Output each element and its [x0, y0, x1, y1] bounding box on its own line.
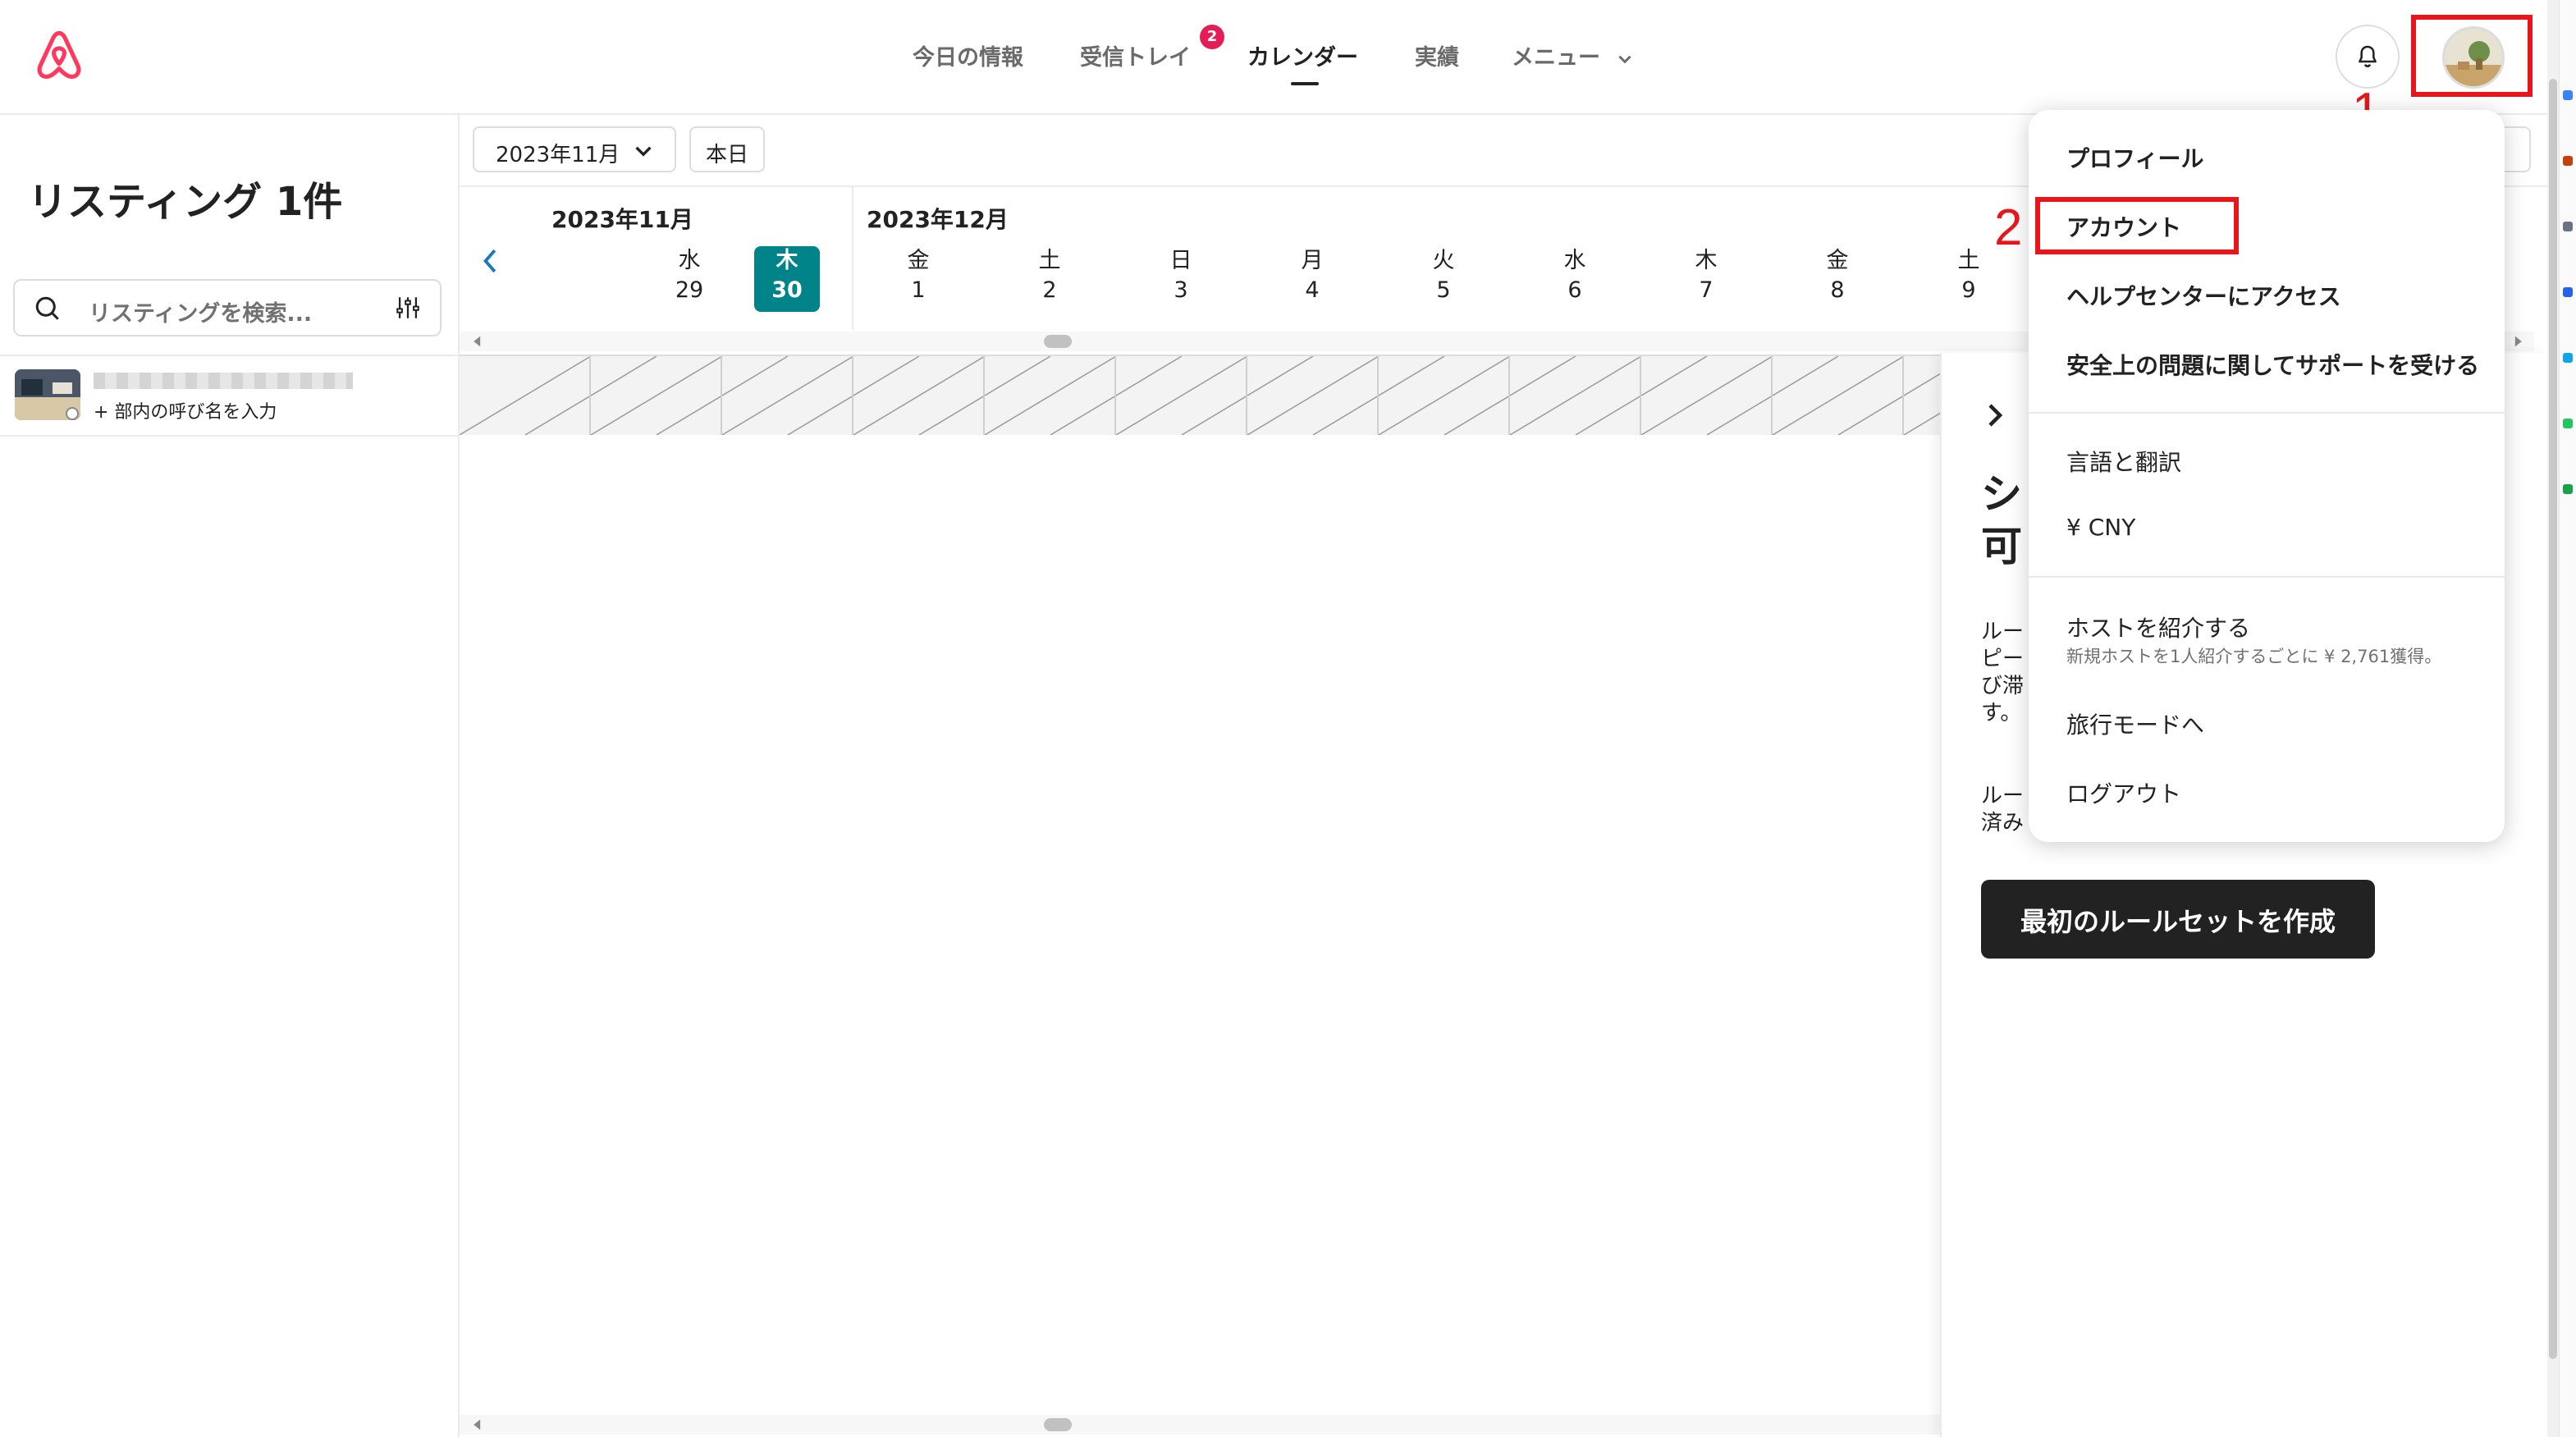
- menu-item-language[interactable]: 言語と翻訳: [2066, 445, 2181, 478]
- chevron-down-icon: [635, 146, 652, 157]
- annotation-number-2: 2: [1994, 199, 2023, 256]
- day-header: 月4: [1301, 248, 1324, 303]
- page-scroll-thumb[interactable]: [2549, 79, 2557, 1359]
- listing-nickname-prompt[interactable]: + 部内の呼び名を入力: [94, 397, 277, 423]
- nav-today[interactable]: 今日の情報: [913, 39, 1023, 71]
- airbnb-logo-icon[interactable]: [31, 28, 87, 84]
- extension-icon[interactable]: [2563, 90, 2573, 100]
- listings-sidebar: リスティング 1件 リスティングを検索... + 部内の呼び名を入力: [0, 115, 460, 1437]
- search-icon: [35, 296, 59, 320]
- month-label-dec: 2023年12月: [867, 206, 1009, 233]
- scroll-thumb[interactable]: [1044, 335, 1072, 348]
- chevron-left-icon[interactable]: [478, 245, 504, 277]
- nav-menu[interactable]: メニュー: [1512, 39, 1634, 71]
- listing-photo-icon: [15, 369, 80, 420]
- day-header: 水 29: [675, 248, 704, 303]
- month-select[interactable]: 2023年11月: [473, 126, 676, 172]
- calendar-grid-row[interactable]: [460, 355, 1942, 437]
- extension-icon[interactable]: [2563, 419, 2573, 428]
- calendar-date-header: 2023年11月 2023年12月 水 29 木 30 金1 土2 日3 月4 火5…: [460, 187, 1980, 330]
- listing-thumbnail: [15, 369, 80, 420]
- extension-icon[interactable]: [2563, 156, 2573, 166]
- nav-calendar[interactable]: カレンダー: [1247, 39, 1358, 71]
- day-header: 火5: [1432, 248, 1455, 303]
- extension-icon[interactable]: [2563, 484, 2573, 494]
- menu-item-refer-host-subtext: 新規ホストを1人紹介するごとに ¥ 2,761獲得。: [2066, 647, 2442, 666]
- annotation-box-2: [2035, 197, 2239, 254]
- extension-icon[interactable]: [2563, 353, 2573, 363]
- month-select-value: 2023年11月: [496, 143, 620, 167]
- day-header: 木7: [1695, 248, 1718, 303]
- menu-item-safety-support[interactable]: 安全上の問題に関してサポートを受ける: [2066, 348, 2479, 381]
- extension-icon[interactable]: [2563, 287, 2573, 297]
- search-placeholder: リスティングを検索...: [89, 301, 313, 327]
- top-header: 今日の情報 受信トレイ 2 カレンダー 実績 メニュー: [0, 0, 2547, 115]
- day-header: 金1: [907, 248, 930, 303]
- menu-item-logout[interactable]: ログアウト: [2066, 776, 2181, 809]
- create-ruleset-label: 最初のルールセットを作成: [2020, 906, 2336, 937]
- filter-sliders-icon[interactable]: [394, 294, 422, 322]
- listings-title: リスティング 1件: [28, 179, 343, 225]
- blocked-days-hatch: [460, 356, 1942, 435]
- day-header: 土9: [1957, 248, 1980, 303]
- annotation-box-1: [2411, 15, 2533, 97]
- scroll-left-arrow-icon[interactable]: [471, 335, 484, 348]
- menu-item-refer-host[interactable]: ホストを紹介する: [2066, 611, 2250, 643]
- horizontal-scrollbar-bottom[interactable]: [460, 1415, 1940, 1435]
- create-ruleset-button[interactable]: 最初のルールセットを作成: [1981, 880, 2375, 959]
- nav-inbox[interactable]: 受信トレイ: [1080, 39, 1191, 71]
- listing-search-input[interactable]: リスティングを検索...: [13, 279, 442, 336]
- menu-item-travel-mode[interactable]: 旅行モードへ: [2066, 707, 2204, 740]
- calendar-body: [460, 435, 1942, 1420]
- today-button-label: 本日: [706, 143, 749, 167]
- notifications-button[interactable]: [2336, 25, 2400, 89]
- listing-name-blurred: [94, 373, 353, 389]
- month-label-nov: 2023年11月: [551, 206, 693, 233]
- scroll-thumb[interactable]: [1044, 1418, 1072, 1431]
- today-button[interactable]: 本日: [689, 126, 765, 172]
- menu-divider: [2029, 412, 2505, 414]
- chevron-right-icon[interactable]: [1983, 399, 2007, 432]
- menu-item-currency[interactable]: ¥ CNY: [2066, 514, 2135, 541]
- day-header: 水6: [1563, 248, 1586, 303]
- bell-icon: [2359, 45, 2377, 68]
- browser-extension-strip: [2559, 0, 2576, 1437]
- day-header-today: 木 30: [754, 246, 820, 312]
- day-header: 日3: [1169, 248, 1192, 303]
- month-divider: [852, 187, 853, 330]
- menu-item-help-center[interactable]: ヘルプセンターにアクセス: [2066, 279, 2341, 312]
- menu-divider: [2029, 576, 2505, 578]
- day-header: 土2: [1038, 248, 1061, 303]
- nav-menu-label: メニュー: [1512, 45, 1600, 71]
- panel-description-2: ルー 済み: [1981, 784, 2025, 835]
- day-header: 金8: [1826, 248, 1849, 303]
- chevron-down-icon: [1618, 55, 1632, 63]
- active-tab-underline: [1291, 82, 1319, 85]
- scroll-left-arrow-icon[interactable]: [471, 1418, 484, 1431]
- inbox-badge: 2: [1200, 25, 1224, 49]
- scroll-right-arrow-icon[interactable]: [2511, 335, 2524, 348]
- nav-performance[interactable]: 実績: [1415, 39, 1459, 71]
- panel-description: ルー ピー び滞 す。: [1981, 620, 2025, 725]
- listing-row[interactable]: + 部内の呼び名を入力: [0, 355, 458, 437]
- extension-icon[interactable]: [2563, 222, 2573, 231]
- menu-item-profile[interactable]: プロフィール: [2066, 141, 2203, 174]
